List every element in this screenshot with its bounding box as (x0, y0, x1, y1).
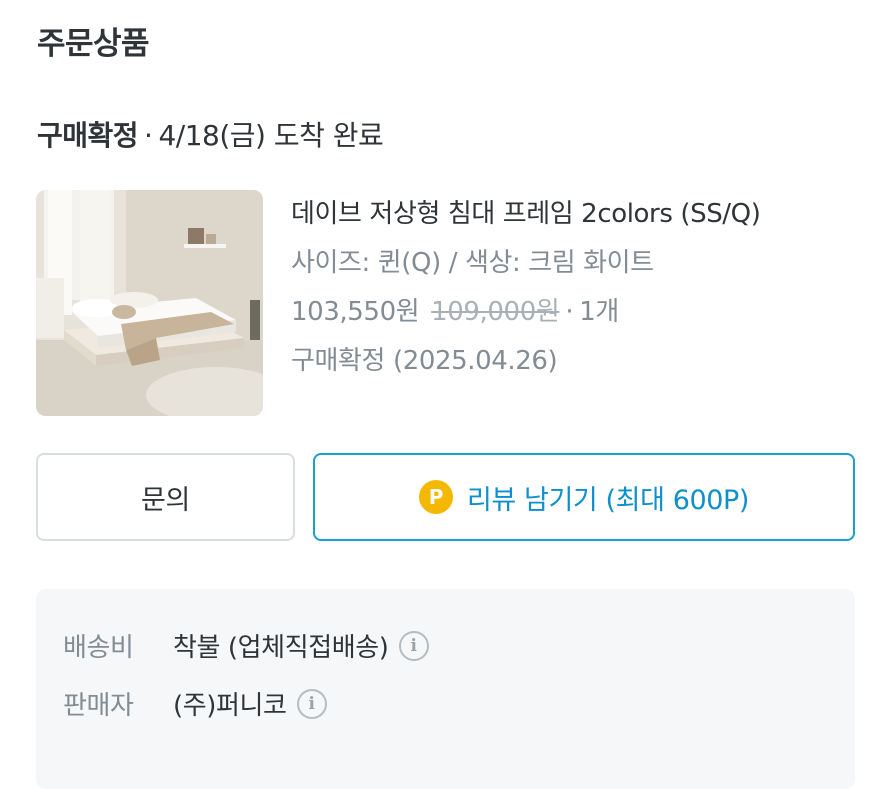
order-status-label: 구매확정 (37, 119, 139, 152)
seller-info-icon[interactable]: i (296, 688, 327, 719)
inquiry-button-label: 문의 (141, 484, 190, 516)
product-name[interactable]: 데이브 저상형 침대 프레임 2colors (SS/Q) (291, 194, 761, 234)
seller-row: 판매자 (주)퍼니코 i (63, 685, 327, 722)
section-title: 주문상품 (37, 26, 150, 62)
inquiry-button[interactable]: 문의 (36, 453, 295, 541)
delivery-detail: 4/18(금) 도착 완료 (158, 119, 384, 152)
write-review-label: 리뷰 남기기 (최대 600P) (466, 484, 750, 516)
write-review-button[interactable]: P 리뷰 남기기 (최대 600P) (313, 453, 855, 541)
seller-label: 판매자 (63, 691, 134, 721)
shipping-fee-value: 착불 (업체직접배송) (173, 633, 389, 663)
product-image (36, 190, 263, 416)
status-separator: · (144, 119, 153, 152)
point-coin-icon: P (418, 480, 453, 514)
shipping-fee-label: 배송비 (63, 633, 134, 663)
quantity: 1개 (579, 297, 619, 327)
product-thumbnail[interactable] (36, 190, 263, 416)
shipping-fee-row: 배송비 착불 (업체직접배송) i (63, 627, 429, 664)
original-price: 109,000원 (431, 297, 560, 327)
product-info: 데이브 저상형 침대 프레임 2colors (SS/Q) 사이즈: 퀸(Q) … (291, 194, 761, 381)
product-option: 사이즈: 퀸(Q) / 색상: 크림 화이트 (291, 248, 654, 278)
sale-price: 103,550원 (291, 297, 420, 327)
shipping-info-icon[interactable]: i (398, 630, 429, 661)
product-price-line: 103,550원 109,000원 · 1개 (291, 292, 760, 332)
delivery-info-panel: 배송비 착불 (업체직접배송) i 판매자 (주)퍼니코 i (36, 589, 855, 789)
order-status: 구매확정 · 4/18(금) 도착 완료 (37, 114, 384, 154)
purchase-confirm-date: 구매확정 (2025.04.26) (291, 346, 558, 376)
quantity-separator: · (565, 297, 574, 327)
seller-value: (주)퍼니코 (173, 691, 287, 721)
